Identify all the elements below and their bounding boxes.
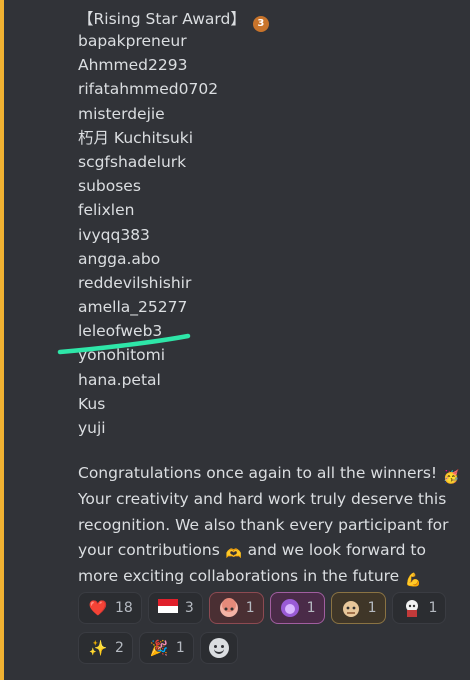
add-reaction-smiley-icon <box>208 638 229 658</box>
reaction-custom-purple[interactable]: 1 <box>269 592 325 624</box>
reaction-count: 18 <box>115 600 133 616</box>
reaction-count: 2 <box>115 640 124 656</box>
party-popper-icon: 🎉 <box>149 639 169 657</box>
reaction-sparkles[interactable]: ✨ 2 <box>78 632 133 664</box>
reaction-count: 1 <box>245 600 255 616</box>
custom-emoji-red-icon <box>401 597 423 619</box>
sparkles-icon: ✨ <box>88 639 108 657</box>
add-reaction-button[interactable] <box>199 632 238 664</box>
flexed-biceps-icon: 💪 <box>405 573 422 588</box>
partying-face-icon: 🥳 <box>442 470 460 485</box>
heart-icon: ❤️ <box>88 599 108 617</box>
reaction-party-popper[interactable]: 🎉 1 <box>138 632 194 664</box>
reaction-heart[interactable]: ❤️ 18 <box>78 592 142 624</box>
congrats-text-1: Congratulations once again to all the wi… <box>78 464 443 482</box>
congrats-message: Congratulations once again to all the wi… <box>78 461 463 590</box>
reaction-count: 3 <box>184 600 194 616</box>
reaction-custom-girl[interactable]: 1 <box>208 592 264 624</box>
reaction-count: 1 <box>367 600 377 616</box>
reaction-indonesia-flag[interactable]: 3 <box>147 592 203 624</box>
reaction-custom-dog[interactable]: 1 <box>330 592 386 624</box>
reaction-count: 1 <box>428 600 438 616</box>
custom-emoji-girl-icon <box>218 597 240 619</box>
reaction-count: 1 <box>175 640 185 656</box>
indonesia-flag-icon <box>157 597 179 619</box>
reaction-count: 1 <box>306 600 316 616</box>
custom-emoji-dog-icon <box>340 597 362 619</box>
reactions-bar: ❤️ 18 3 1 1 1 1 ✨ 2 🎉 1 <box>78 592 458 672</box>
custom-emoji-purple-icon <box>279 597 301 619</box>
heart-hands-icon: 🫶 <box>225 547 242 562</box>
reaction-custom-red[interactable]: 1 <box>391 592 447 624</box>
